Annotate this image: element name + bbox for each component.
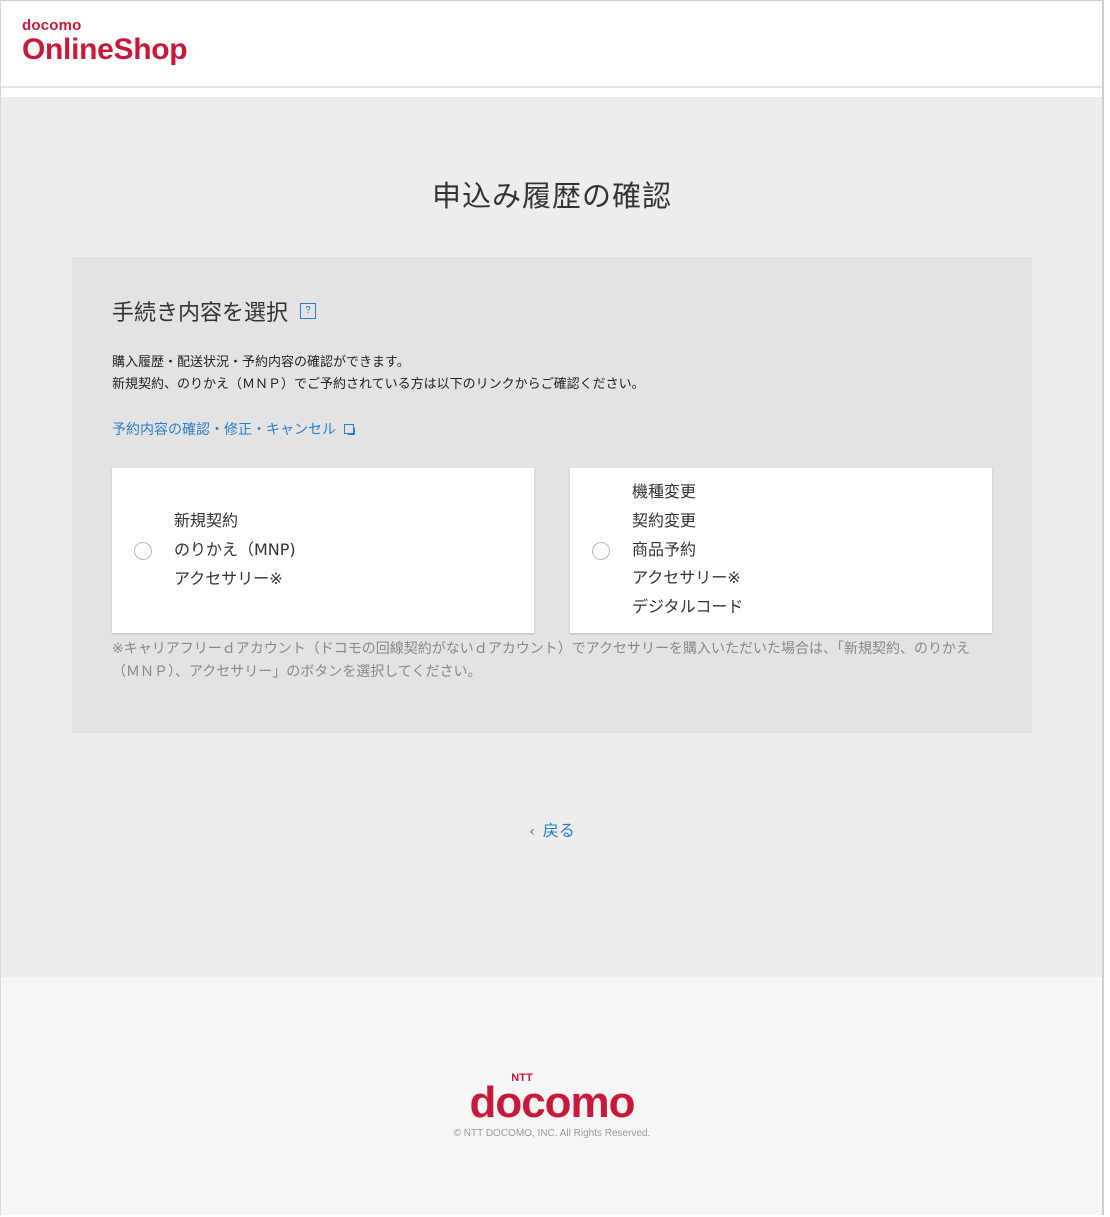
- site-header: docomo OnlineShop: [0, 0, 1104, 88]
- option-label: アクセサリー※: [174, 568, 283, 588]
- copyright: © NTT DOCOMO, INC. All Rights Reserved.: [453, 1128, 651, 1139]
- section-title: 手続き内容を選択 ?: [112, 295, 317, 327]
- option-labels: 機種変更 契約変更 商品予約 アクセサリー※ デジタルコード: [632, 478, 743, 622]
- docomo-online-shop-logo[interactable]: docomo OnlineShop: [22, 17, 188, 66]
- option-labels: 新規契約 のりかえ（MNP) アクセサリー※: [174, 507, 296, 593]
- radio-button[interactable]: [592, 542, 610, 560]
- page-title: 申込み履歴の確認: [431, 179, 672, 213]
- help-icon[interactable]: ?: [300, 303, 317, 319]
- accessory-note: ※キャリアフリーｄアカウント（ドコモの回線契約がないｄアカウント）でアクセサリー…: [112, 641, 971, 680]
- radio-button[interactable]: [134, 542, 152, 560]
- description: 購入履歴・配送状況・予約内容の確認ができます。 新規契約、のりかえ（ＭＮＰ）でご…: [112, 352, 645, 396]
- back-link[interactable]: ‹ 戻る: [0, 817, 1104, 841]
- reservation-confirm-link[interactable]: 予約内容の確認・修正・キャンセル: [112, 419, 355, 439]
- option-new-contract[interactable]: 新規契約 のりかえ（MNP) アクセサリー※: [112, 468, 534, 633]
- reservation-link-text: 予約内容の確認・修正・キャンセル: [112, 422, 336, 438]
- option-label: アクセサリー※: [632, 568, 741, 588]
- back-label: 戻る: [542, 821, 575, 840]
- external-window-icon: [344, 424, 355, 435]
- description-line-1: 購入履歴・配送状況・予約内容の確認ができます。: [112, 355, 410, 370]
- main-content: 申込み履歴の確認 手続き内容を選択 ? 購入履歴・配送状況・予約内容の確認ができ…: [0, 97, 1104, 977]
- option-label: デジタルコード: [632, 597, 744, 617]
- option-label: 新規契約: [174, 511, 239, 530]
- option-label: 商品予約: [632, 539, 697, 559]
- ntt-docomo-logo: NTT docomo: [0, 1073, 1104, 1125]
- procedure-selection-panel: 手続き内容を選択 ? 購入履歴・配送状況・予約内容の確認ができます。 新規契約、…: [72, 257, 1032, 733]
- logo-onlineshop-text: OnlineShop: [22, 33, 188, 66]
- option-label: のりかえ（MNP): [174, 539, 296, 559]
- chevron-left-icon: ‹: [529, 824, 535, 840]
- logo-docomo-text: docomo: [22, 17, 82, 34]
- description-line-2: 新規契約、のりかえ（ＭＮＰ）でご予約されている方は以下のリンクからご確認ください…: [112, 377, 645, 392]
- section-title-text: 手続き内容を選択: [112, 301, 289, 326]
- site-footer: NTT docomo © NTT DOCOMO, INC. All Rights…: [0, 977, 1104, 1215]
- option-label: 機種変更: [632, 482, 697, 501]
- option-model-change[interactable]: 機種変更 契約変更 商品予約 アクセサリー※ デジタルコード: [570, 468, 992, 633]
- logo-docomo-wordmark: docomo: [469, 1078, 635, 1127]
- option-label: 契約変更: [632, 510, 697, 530]
